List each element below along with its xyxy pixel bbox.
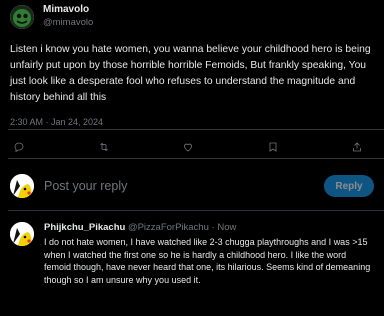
author-row: Mimavolo @mimavolo bbox=[10, 4, 376, 34]
reply-header: Phijkchu_Pikachu @PizzaForPikachu · Now bbox=[44, 222, 374, 234]
reply-tweet: Phijkchu_Pikachu @PizzaForPikachu · Now … bbox=[0, 222, 384, 286]
divider bbox=[8, 210, 384, 211]
reply-display-name[interactable]: Phijkchu_Pikachu bbox=[44, 222, 125, 233]
green-dark-avatar-icon[interactable] bbox=[10, 5, 34, 29]
pikachu-avatar-icon[interactable] bbox=[10, 222, 34, 246]
author-display-name[interactable]: Mimavolo bbox=[43, 4, 93, 16]
author-handle[interactable]: @mimavolo bbox=[43, 17, 93, 29]
reply-separator: · bbox=[211, 222, 215, 233]
reply-time[interactable]: Now bbox=[217, 222, 236, 233]
share-icon[interactable] bbox=[350, 140, 364, 154]
bookmark-icon[interactable] bbox=[266, 140, 280, 154]
reply-handle[interactable]: @PizzaForPikachu bbox=[128, 222, 209, 233]
retweet-icon[interactable] bbox=[97, 140, 111, 154]
reply-icon[interactable] bbox=[12, 140, 26, 154]
divider bbox=[8, 158, 384, 159]
like-icon[interactable] bbox=[181, 140, 195, 154]
pikachu-avatar-icon[interactable] bbox=[10, 174, 34, 198]
divider bbox=[8, 129, 384, 130]
reply-composer: Post your reply Reply bbox=[0, 166, 384, 206]
main-tweet: Mimavolo @mimavolo Listen i know you hat… bbox=[0, 0, 384, 160]
tweet-timestamp[interactable]: 2:30 AM · Jan 24, 2024 bbox=[10, 117, 376, 127]
reply-input[interactable]: Post your reply bbox=[44, 179, 324, 193]
tweet-text: Listen i know you hate women, you wanna … bbox=[10, 44, 371, 103]
reply-button[interactable]: Reply bbox=[324, 175, 374, 197]
tweet-actions bbox=[12, 140, 364, 154]
reply-text: I do not hate women, I have watched like… bbox=[44, 237, 371, 285]
